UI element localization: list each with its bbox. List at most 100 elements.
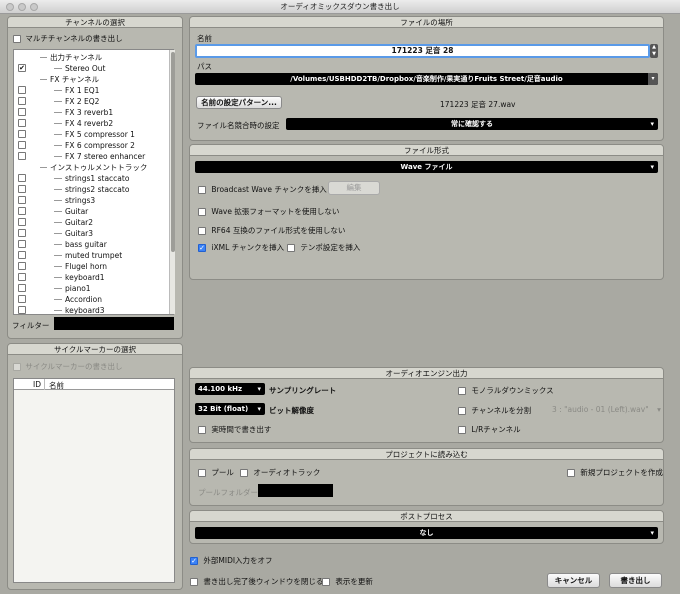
close-window-option[interactable]: 書き出し完了後ウィンドウを閉じる — [190, 576, 323, 587]
disable-midi-checkbox[interactable]: ✓ — [190, 557, 198, 565]
channel-tree-row[interactable]: Flugel horn — [14, 261, 173, 272]
channel-tree-row[interactable]: bass guitar — [14, 239, 173, 250]
multi-channel-option[interactable]: マルチチャンネルの書き出し — [13, 33, 123, 44]
channel-checkbox[interactable] — [18, 240, 26, 248]
channel-tree-row[interactable]: 出力チャンネル — [14, 52, 173, 63]
multi-channel-checkbox[interactable] — [13, 35, 21, 43]
pool-folder-field[interactable] — [258, 484, 333, 497]
export-button[interactable]: 書き出し — [609, 573, 662, 588]
update-display-option[interactable]: 表示を更新 — [322, 576, 373, 587]
tempo-option[interactable]: テンポ設定を挿入 — [287, 242, 360, 253]
channel-tree-row[interactable]: Guitar — [14, 206, 173, 217]
channel-checkbox[interactable] — [18, 130, 26, 138]
realtime-option[interactable]: 実時間で書き出す — [198, 424, 271, 435]
split-channels-option[interactable]: チャンネルを分割 — [458, 405, 531, 416]
lr-channel-option[interactable]: L/Rチャンネル — [458, 424, 521, 435]
split-channels-dropdown[interactable]: 3 : "audio - 01 (Left).wav" ▾ — [552, 405, 661, 414]
channel-tree-scrollbar[interactable] — [169, 50, 175, 314]
split-channels-checkbox[interactable] — [458, 407, 466, 415]
update-display-checkbox[interactable] — [322, 578, 330, 586]
channel-tree-row[interactable]: strings1 staccato — [14, 173, 173, 184]
ixml-option[interactable]: ✓ iXML チャンクを挿入 — [198, 242, 284, 253]
channel-checkbox[interactable] — [18, 119, 26, 127]
channel-tree-row[interactable]: strings2 staccato — [14, 184, 173, 195]
channel-tree-row[interactable]: ✔ Stereo Out — [14, 63, 173, 74]
zoom-window-icon[interactable] — [30, 3, 38, 11]
path-dropdown[interactable]: /Volumes/USBHDD2TB/Dropbox/音楽制作/果実通りFrui… — [195, 73, 658, 85]
pool-option[interactable]: プール — [198, 467, 234, 478]
channel-tree-row[interactable]: FX 4 reverb2 — [14, 118, 173, 129]
lr-channel-checkbox[interactable] — [458, 426, 466, 434]
mono-downmix-option[interactable]: モノラルダウンミックス — [458, 385, 554, 396]
channel-tree-row[interactable]: piano1 — [14, 283, 173, 294]
channel-checkbox[interactable] — [18, 273, 26, 281]
channel-checkbox[interactable] — [18, 229, 26, 237]
channel-checkbox[interactable] — [18, 97, 26, 105]
path-dropdown-arrow-icon[interactable]: ▾ — [648, 73, 658, 85]
channel-checkbox[interactable] — [18, 185, 26, 193]
conflict-dropdown[interactable]: 常に確認する ▾ — [286, 118, 658, 130]
channel-tree-row[interactable]: Accordion — [14, 294, 173, 305]
filter-input[interactable] — [54, 317, 174, 330]
channel-checkbox[interactable] — [18, 284, 26, 292]
audio-track-option[interactable]: オーディオトラック — [240, 467, 320, 478]
realtime-checkbox[interactable] — [198, 426, 206, 434]
broadcast-wave-option[interactable]: Broadcast Wave チャンクを挿入 — [198, 184, 327, 195]
close-window-icon[interactable] — [6, 3, 14, 11]
new-project-option[interactable]: 新規プロジェクトを作成 — [567, 467, 663, 478]
naming-pattern-button[interactable]: 名前の設定パターン... — [196, 96, 282, 109]
channel-tree-row[interactable]: Guitar2 — [14, 217, 173, 228]
edit-button[interactable]: 編集 — [328, 181, 380, 195]
channel-checkbox[interactable] — [18, 306, 26, 314]
channel-tree-row[interactable]: FX 2 EQ2 — [14, 96, 173, 107]
channel-tree-row[interactable]: FX 1 EQ1 — [14, 85, 173, 96]
audio-track-checkbox[interactable] — [240, 469, 248, 477]
channel-checkbox[interactable] — [18, 196, 26, 204]
channel-tree-row[interactable]: インストゥルメントトラック — [14, 162, 173, 173]
channel-checkbox[interactable] — [18, 108, 26, 116]
sample-rate-dropdown[interactable]: 44.100 kHz ▾ — [195, 383, 265, 395]
name-input[interactable]: 171223 足音 28 — [195, 44, 650, 58]
cycle-marker-export-checkbox[interactable] — [13, 363, 21, 371]
close-window-checkbox[interactable] — [190, 578, 198, 586]
format-dropdown[interactable]: Wave ファイル ▾ — [195, 161, 658, 173]
channel-tree-row[interactable]: muted trumpet — [14, 250, 173, 261]
channel-tree-row[interactable]: FX 7 stereo enhancer — [14, 151, 173, 162]
bit-depth-dropdown[interactable]: 32 Bit (float) ▾ — [195, 403, 265, 415]
channel-checkbox[interactable]: ✔ — [18, 64, 26, 72]
post-process-dropdown[interactable]: なし ▾ — [195, 527, 658, 539]
channel-checkbox[interactable] — [18, 141, 26, 149]
channel-tree-row[interactable]: FX 3 reverb1 — [14, 107, 173, 118]
rf64-option[interactable]: RF64 互換のファイル形式を使用しない — [198, 225, 345, 236]
channel-checkbox[interactable] — [18, 295, 26, 303]
name-stepper[interactable]: ▲ ▼ — [650, 44, 658, 58]
channel-tree-row[interactable]: FX 5 compressor 1 — [14, 129, 173, 140]
cancel-button[interactable]: キャンセル — [547, 573, 600, 588]
tempo-checkbox[interactable] — [287, 244, 295, 252]
broadcast-wave-checkbox[interactable] — [198, 186, 206, 194]
channel-checkbox[interactable] — [18, 152, 26, 160]
channel-checkbox[interactable] — [18, 218, 26, 226]
minimize-window-icon[interactable] — [18, 3, 26, 11]
channel-checkbox[interactable] — [18, 262, 26, 270]
no-extended-format-checkbox[interactable] — [198, 208, 206, 216]
channel-tree-row[interactable]: FX チャンネル — [14, 74, 173, 85]
disable-midi-option[interactable]: ✓ 外部MIDI入力をオフ — [190, 555, 273, 566]
pool-checkbox[interactable] — [198, 469, 206, 477]
new-project-checkbox[interactable] — [567, 469, 575, 477]
rf64-checkbox[interactable] — [198, 227, 206, 235]
channel-tree-row[interactable]: keyboard1 — [14, 272, 173, 283]
channel-tree-row[interactable]: keyboard3 — [14, 305, 173, 314]
channel-tree-row[interactable]: FX 6 compressor 2 — [14, 140, 173, 151]
channel-checkbox[interactable] — [18, 86, 26, 94]
no-extended-format-option[interactable]: Wave 拡張フォーマットを使用しない — [198, 206, 339, 217]
channel-checkbox[interactable] — [18, 207, 26, 215]
channel-tree-row[interactable]: strings3 — [14, 195, 173, 206]
ixml-checkbox[interactable]: ✓ — [198, 244, 206, 252]
channel-tree-row[interactable]: Guitar3 — [14, 228, 173, 239]
channel-checkbox[interactable] — [18, 174, 26, 182]
import-project-panel: プロジェクトに読み込む プール オーディオトラック 新規プロジェクトを作成 プー… — [189, 448, 664, 506]
channel-tree-scroll-thumb[interactable] — [171, 52, 175, 252]
mono-downmix-checkbox[interactable] — [458, 387, 466, 395]
channel-checkbox[interactable] — [18, 251, 26, 259]
